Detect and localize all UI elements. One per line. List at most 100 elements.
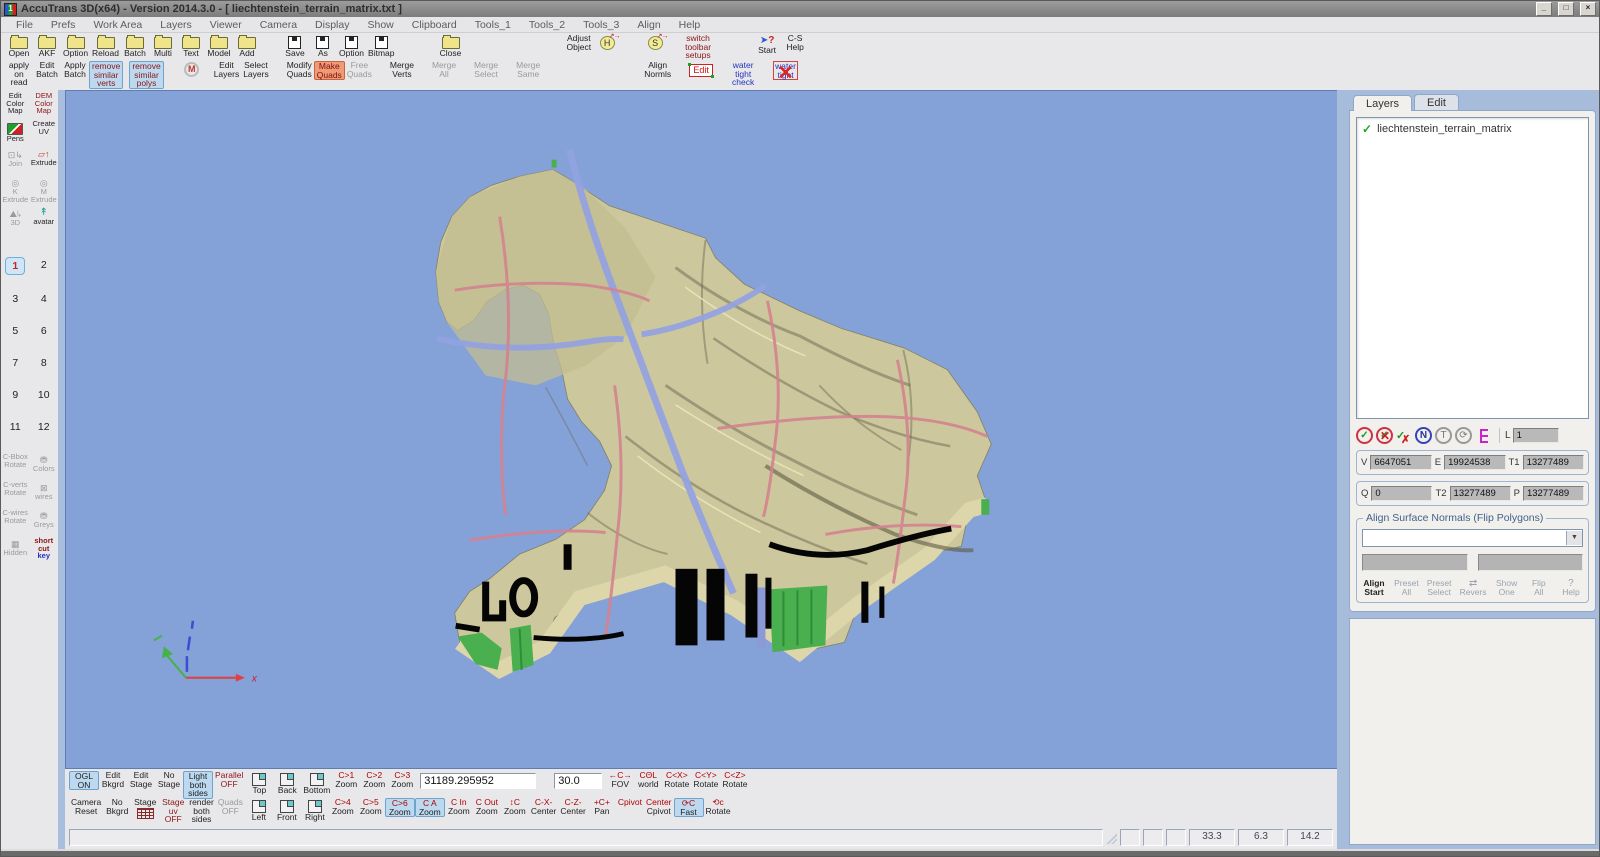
menu-tools3[interactable]: Tools_3 — [574, 19, 628, 31]
camera-center-x-button[interactable]: C-X- Center — [529, 798, 559, 815]
camera-center-z-button[interactable]: C-Z- Center — [558, 798, 588, 815]
camera-rotate-x-button[interactable]: C<X> Rotate — [662, 771, 691, 788]
camera-pivot-button[interactable]: Cpivot — [616, 798, 644, 807]
camera-distance-input[interactable]: 31189.295952 — [420, 773, 537, 789]
view-right-button[interactable]: Right — [301, 798, 329, 822]
textures-button[interactable]: T — [1435, 427, 1452, 444]
restore-button[interactable]: □ — [1558, 2, 1574, 16]
menu-layers[interactable]: Layers — [151, 19, 201, 31]
camera-zoom-vertical-button[interactable]: ↕C Zoom — [501, 798, 529, 815]
minimize-button[interactable]: _ — [1536, 2, 1552, 16]
view-back-button[interactable]: Back — [273, 771, 301, 795]
align-start-button[interactable]: Align Start — [1362, 579, 1386, 597]
menu-clipboard[interactable]: Clipboard — [403, 19, 466, 31]
model-button[interactable]: Model — [205, 34, 233, 58]
edit-color-map-button[interactable]: Edit Color Map — [1, 92, 30, 116]
menu-work-area[interactable]: Work Area — [84, 19, 151, 31]
no-bkgrd-button[interactable]: No Bkgrd — [103, 798, 131, 815]
menu-display[interactable]: Display — [306, 19, 358, 31]
close-button[interactable]: × — [1580, 2, 1596, 16]
bulb-m-button[interactable]: M — [178, 61, 206, 77]
camera-rotate-z-button[interactable]: C<Z> Rotate — [720, 771, 749, 788]
menu-show[interactable]: Show — [358, 19, 402, 31]
camera-zoom-6-toggle[interactable]: C>6 Zoom — [384, 798, 415, 817]
camera-fov-button[interactable]: ←C→ FOV — [606, 771, 634, 788]
view-left-button[interactable]: Left — [245, 798, 273, 822]
stage-button[interactable]: Stage — [131, 798, 159, 819]
hierarchy-icon[interactable] — [1477, 428, 1492, 444]
camera-reset-button[interactable]: Camera Reset — [69, 798, 103, 815]
ogl-on-toggle[interactable]: OGL ON — [69, 771, 99, 790]
layer-1-button[interactable]: 1 — [5, 257, 26, 275]
apply-on-read-button[interactable]: apply on read — [5, 61, 33, 87]
edit-mode-button[interactable]: Edit — [687, 61, 715, 78]
menu-camera[interactable]: Camera — [251, 19, 306, 31]
camera-zoom-out-button[interactable]: C Out Zoom — [473, 798, 501, 815]
merge-verts-button[interactable]: Merge Verts — [388, 61, 416, 78]
save-option-button[interactable]: Option — [337, 34, 366, 58]
view-front-button[interactable]: Front — [273, 798, 301, 822]
tab-edit[interactable]: Edit — [1414, 94, 1459, 110]
layer-7-button[interactable]: 7 — [1, 355, 30, 371]
camera-rotate-y-button[interactable]: C<Y> Rotate — [691, 771, 720, 788]
save-button[interactable]: Save — [281, 34, 309, 58]
modify-quads-button[interactable]: Modify Quads — [285, 61, 314, 78]
normals-button[interactable]: N — [1415, 427, 1432, 444]
view-bottom-button[interactable]: Bottom — [301, 771, 332, 795]
toggle-checks-button[interactable]: ✓ ✗ — [1396, 429, 1412, 446]
no-stage-button[interactable]: No Stage — [155, 771, 183, 788]
reload-layer-button[interactable]: ⟳ — [1455, 427, 1472, 444]
camera-zoom-1-button[interactable]: C>1 Zoom — [332, 771, 360, 788]
layer-2-button[interactable]: 2 — [30, 257, 59, 275]
render-both-sides-button[interactable]: render both sides — [187, 798, 216, 824]
multi-button[interactable]: Multi — [149, 34, 177, 58]
layer-8-button[interactable]: 8 — [30, 355, 59, 371]
layer-3-button[interactable]: 3 — [1, 291, 30, 307]
avatar-button[interactable]: ↟ avatar — [30, 207, 59, 231]
akf-button[interactable]: AKF — [33, 34, 61, 58]
adjust-h-button[interactable]: H — [593, 31, 621, 50]
uncheck-all-button[interactable]: ✓ — [1376, 427, 1393, 444]
tab-layers[interactable]: Layers — [1353, 95, 1413, 111]
bitmap-button[interactable]: Bitmap — [366, 34, 396, 58]
menu-viewer[interactable]: Viewer — [201, 19, 251, 31]
resize-grip[interactable] — [1105, 831, 1117, 844]
camera-zoom-all-toggle[interactable]: C A Zoom — [414, 798, 445, 817]
text-button[interactable]: Text — [177, 34, 205, 58]
menu-file[interactable]: File — [7, 19, 42, 31]
layer-11-button[interactable]: 11 — [1, 419, 30, 435]
edit-batch-button[interactable]: Edit Batch — [33, 61, 61, 78]
close-file-button[interactable]: Close — [437, 34, 465, 58]
make-quads-toggle[interactable]: Make Quads — [313, 61, 345, 80]
edit-bkgrd-button[interactable]: Edit Bkgrd — [99, 771, 127, 788]
water-tight-check-button[interactable]: water tight check — [729, 61, 757, 87]
remove-similar-verts-toggle[interactable]: remove similar verts — [89, 61, 124, 89]
menu-tools2[interactable]: Tools_2 — [520, 19, 574, 31]
view-top-button[interactable]: Top — [245, 771, 273, 795]
parallel-off-button[interactable]: Parallel OFF — [213, 771, 245, 788]
edit-stage-button[interactable]: Edit Stage — [127, 771, 155, 788]
check-all-button[interactable]: ✓ — [1356, 427, 1373, 444]
shortcut-key-button[interactable]: short cut key — [30, 537, 59, 561]
cs-help-button[interactable]: C-S Help — [781, 34, 809, 51]
camera-pan-button[interactable]: +C+ Pan — [588, 798, 616, 815]
layer-4-button[interactable]: 4 — [30, 291, 59, 307]
layer-10-button[interactable]: 10 — [30, 387, 59, 403]
align-normals-button[interactable]: Align Normls — [642, 61, 673, 78]
edit-layers-button[interactable]: Edit Layers — [212, 61, 242, 78]
camera-zoom-in-button[interactable]: C In Zoom — [445, 798, 473, 815]
stage-uv-off-button[interactable]: Stage uv OFF — [159, 798, 187, 824]
camera-zoom-4-button[interactable]: C>4 Zoom — [329, 798, 357, 815]
switch-toolbar-setups-button[interactable]: switch toolbar setups — [683, 34, 713, 60]
menu-align[interactable]: Align — [628, 19, 669, 31]
center-pivot-button[interactable]: Center Cpivot — [644, 798, 674, 815]
water-tight-off-button[interactable]: water tight — [771, 61, 800, 80]
light-both-sides-toggle[interactable]: Light both sides — [183, 771, 213, 799]
create-uv-button[interactable]: Create UV — [30, 120, 59, 144]
chevron-down-icon[interactable]: ▼ — [1566, 531, 1582, 545]
layer-visible-check-icon[interactable]: ✓ — [1362, 122, 1372, 136]
adjust-object-button[interactable]: Adjust Object — [565, 34, 594, 51]
select-layers-button[interactable]: Select Layers — [241, 61, 271, 78]
camera-fast-toggle[interactable]: ⟳C Fast — [673, 798, 704, 817]
layer-9-button[interactable]: 9 — [1, 387, 30, 403]
